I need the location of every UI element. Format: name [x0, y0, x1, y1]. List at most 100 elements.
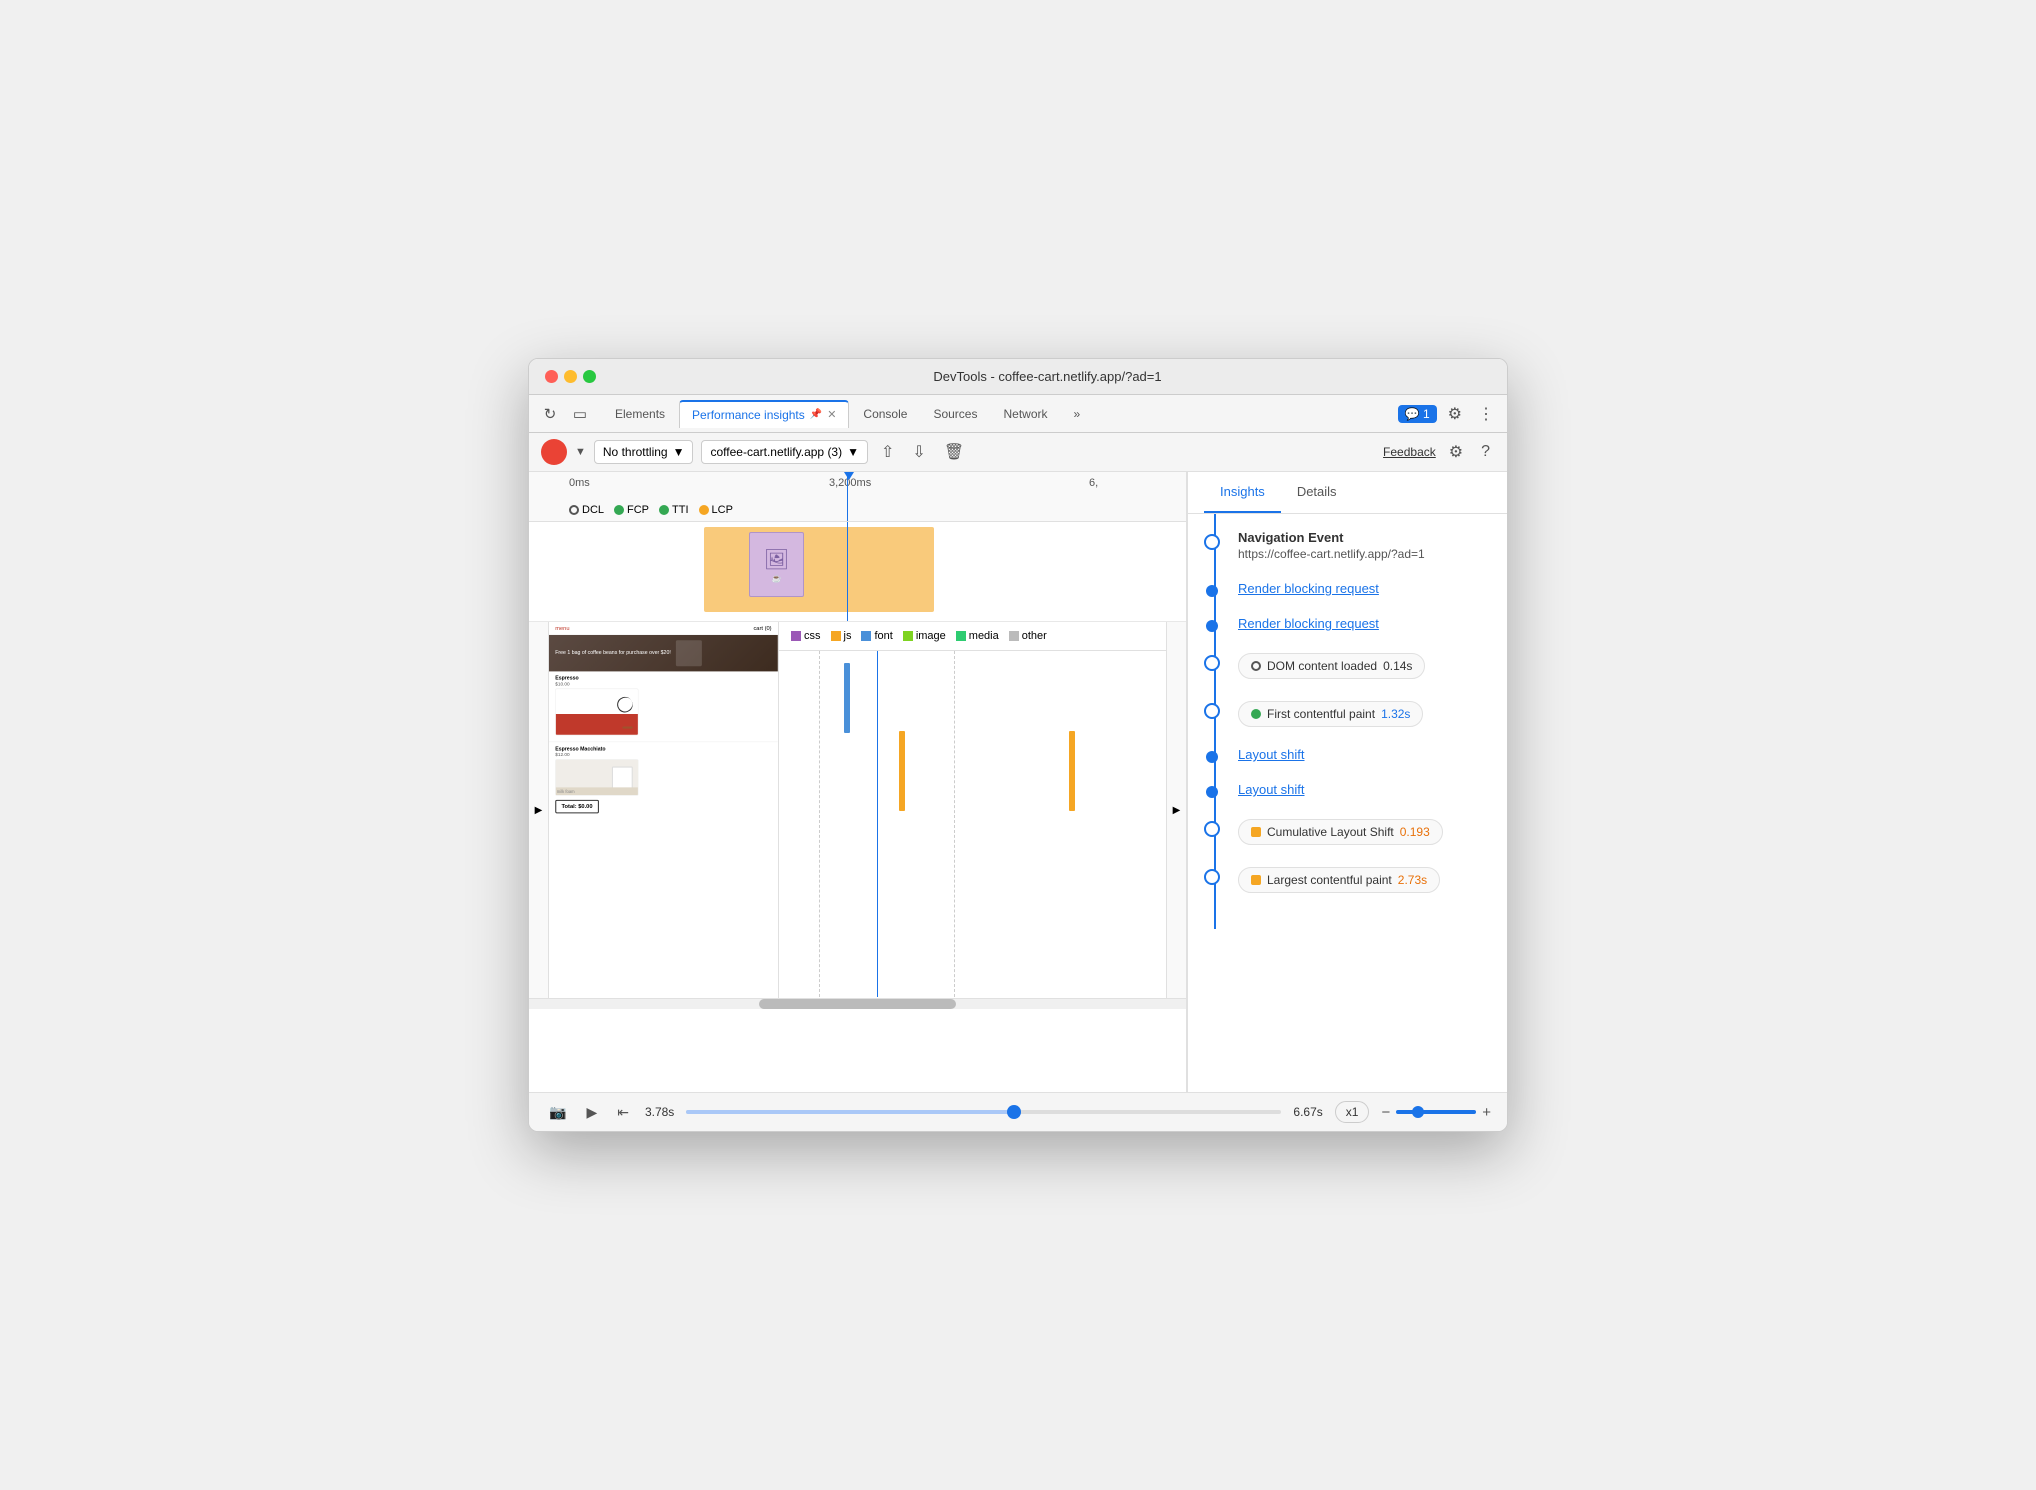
settings-gear-icon[interactable]: ⚙: [1444, 439, 1468, 465]
legend-js: js: [831, 630, 852, 642]
render-blocking-dot-2-icon: [1206, 620, 1218, 632]
maximize-button[interactable]: [583, 370, 596, 383]
insight-fcp: First contentful paint 1.32s: [1238, 699, 1491, 727]
layout-shift-dot-2-icon: [1206, 786, 1218, 798]
js-bar-1: [899, 731, 905, 811]
dcl-dot-icon: [1204, 655, 1220, 671]
zoom-slider[interactable]: [1396, 1110, 1476, 1114]
window-title: DevTools - coffee-cart.netlify.app/?ad=1: [604, 369, 1491, 384]
devtools-window: DevTools - coffee-cart.netlify.app/?ad=1…: [528, 358, 1508, 1132]
playback-scrubber[interactable]: [686, 1110, 1281, 1114]
insight-cls: Cumulative Layout Shift 0.193: [1238, 817, 1491, 845]
tab-icons: ↻ ▭: [537, 401, 593, 427]
help-icon[interactable]: ?: [1476, 440, 1495, 464]
screenshot-mode-icon[interactable]: 📷: [545, 1102, 570, 1123]
chat-icon: 💬: [1405, 407, 1420, 421]
dcl-chip-icon: [1251, 661, 1261, 671]
tabs-row: ↻ ▭ Elements Performance insights 📌 ✕ Co…: [529, 395, 1507, 433]
render-blocking-link-1[interactable]: Render blocking request: [1238, 581, 1379, 596]
fcp-green-dot-icon: [1251, 709, 1261, 719]
insights-panel: Insights Details Navigation Event https:…: [1187, 472, 1507, 1092]
throttle-select[interactable]: No throttling ▼: [594, 440, 694, 464]
layout-shift-link-1[interactable]: Layout shift: [1238, 747, 1305, 762]
lcp-thumbnail: 🖼 ☕: [749, 532, 804, 597]
playback-speed-badge[interactable]: x1: [1335, 1101, 1370, 1123]
record-dropdown-icon[interactable]: ▼: [575, 446, 586, 458]
layout-shift-link-2[interactable]: Layout shift: [1238, 782, 1305, 797]
zoom-out-button[interactable]: −: [1381, 1104, 1390, 1121]
tab-insights[interactable]: Insights: [1204, 472, 1281, 513]
timeline-row-preview: ▶ menu cart (0) Free 1 bag of: [529, 622, 1186, 999]
font-color: [861, 631, 871, 641]
chat-badge-button[interactable]: 💬 1: [1398, 405, 1437, 423]
tab-details[interactable]: Details: [1281, 472, 1353, 513]
network-bars: [779, 651, 1166, 997]
tab-console[interactable]: Console: [851, 401, 919, 427]
legend-fcp: FCP: [614, 504, 649, 516]
collapse-arrow-icon[interactable]: ▶: [1166, 622, 1186, 998]
insight-timeline: Navigation Event https://coffee-cart.net…: [1188, 514, 1507, 929]
network-area: css js font: [779, 622, 1166, 998]
inspect-icon[interactable]: ▭: [567, 401, 593, 427]
tab-more[interactable]: »: [1062, 401, 1093, 427]
tabs-right-buttons: 💬 1 ⚙ ⋮: [1398, 401, 1499, 427]
navigation-dot-icon: [1204, 534, 1220, 550]
lcp-square-icon: [1251, 875, 1261, 885]
bottom-controls: 📷 ▶ ⇤ 3.78s 6.67s x1 − +: [529, 1092, 1507, 1131]
traffic-lights: [545, 370, 596, 383]
close-button[interactable]: [545, 370, 558, 383]
tab-performance-insights[interactable]: Performance insights 📌 ✕: [679, 400, 849, 428]
preview-toggle-icon[interactable]: ▶: [529, 622, 549, 998]
timing-cursor-line: [847, 472, 848, 521]
horizontal-scrollbar[interactable]: [529, 999, 1186, 1009]
pin-icon: 📌: [810, 409, 822, 420]
scroll-thumb[interactable]: [759, 999, 956, 1009]
legend-image: image: [903, 630, 946, 642]
render-blocking-link-2[interactable]: Render blocking request: [1238, 616, 1379, 631]
main-area: 0ms 3,200ms 6, DCL FCP: [529, 472, 1507, 1092]
insight-render-blocking-2: Render blocking request: [1238, 616, 1491, 631]
tab-close-icon[interactable]: ✕: [827, 408, 836, 421]
throttle-dropdown-icon: ▼: [673, 445, 685, 459]
tab-elements[interactable]: Elements: [603, 401, 677, 427]
url-select[interactable]: coffee-cart.netlify.app (3) ▼: [701, 440, 868, 464]
cls-chip: Cumulative Layout Shift 0.193: [1238, 819, 1443, 845]
image-color: [903, 631, 913, 641]
legend-tti: TTI: [659, 504, 689, 516]
zoom-in-button[interactable]: +: [1482, 1104, 1491, 1121]
feedback-link[interactable]: Feedback: [1383, 445, 1436, 459]
progress-thumb[interactable]: [1007, 1105, 1021, 1119]
timing-header: 0ms 3,200ms 6, DCL FCP: [529, 472, 1186, 522]
legend-css: css: [791, 630, 821, 642]
insight-layout-shift-1: Layout shift: [1238, 747, 1491, 762]
delete-icon[interactable]: 🗑: [939, 439, 969, 465]
title-bar: DevTools - coffee-cart.netlify.app/?ad=1: [529, 359, 1507, 395]
legend-other: other: [1009, 630, 1047, 642]
legend-font: font: [861, 630, 892, 642]
time-label-0: 0ms: [569, 477, 590, 489]
tab-sources[interactable]: Sources: [921, 401, 989, 427]
media-color: [956, 631, 966, 641]
lcp-chip: Largest contentful paint 2.73s: [1238, 867, 1440, 893]
js-color: [831, 631, 841, 641]
settings-icon[interactable]: ⚙: [1443, 401, 1467, 427]
legend-dcl: DCL: [569, 504, 604, 516]
timeline-row-lcp: 🖼 ☕: [529, 522, 1186, 622]
play-button[interactable]: ▶: [582, 1102, 601, 1123]
tti-dot-icon: [659, 505, 669, 515]
minimize-button[interactable]: [564, 370, 577, 383]
insight-navigation-event: Navigation Event https://coffee-cart.net…: [1238, 530, 1491, 561]
cursor-tool-icon[interactable]: ↻: [537, 401, 563, 427]
lcp-dot-icon: [1204, 869, 1220, 885]
download-icon[interactable]: ⇩: [907, 439, 930, 465]
font-bar-1: [844, 663, 850, 733]
progress-fill: [686, 1110, 1013, 1114]
skip-to-start-icon[interactable]: ⇤: [613, 1102, 633, 1123]
tab-network[interactable]: Network: [991, 401, 1059, 427]
other-color: [1009, 631, 1019, 641]
record-button[interactable]: [541, 439, 567, 465]
more-menu-icon[interactable]: ⋮: [1473, 401, 1499, 427]
toolbar: ▼ No throttling ▼ coffee-cart.netlify.ap…: [529, 433, 1507, 472]
zoom-thumb[interactable]: [1412, 1106, 1424, 1118]
upload-icon[interactable]: ⇧: [876, 439, 899, 465]
